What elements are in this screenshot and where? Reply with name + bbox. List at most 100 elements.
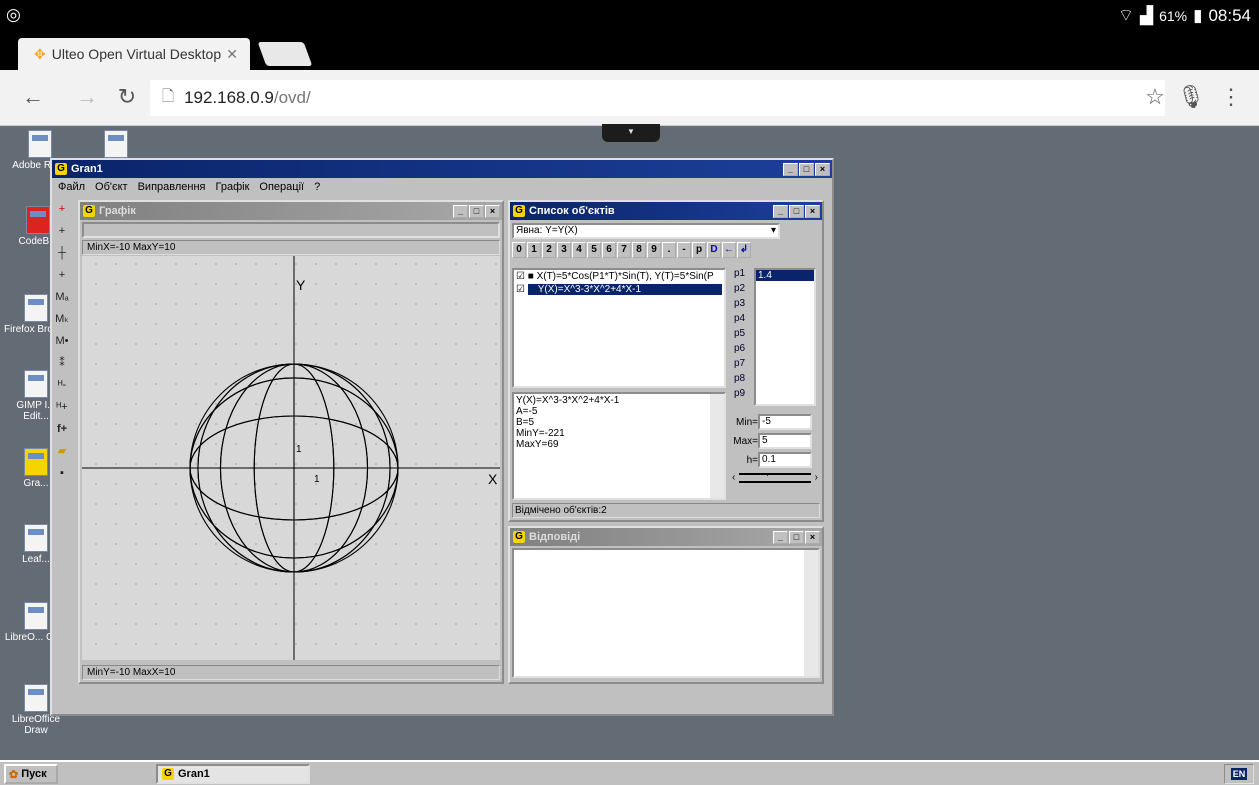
close-button[interactable]: ×	[815, 162, 830, 176]
maximize-button[interactable]: □	[469, 204, 484, 218]
new-tab-button[interactable]	[257, 42, 313, 66]
object-type-select[interactable]: Явна: Y=Y(X) ▾	[512, 223, 780, 239]
param-p2[interactable]: p2	[732, 283, 752, 298]
desktop-icon-2[interactable]	[84, 130, 148, 160]
graph-input-bar[interactable]	[82, 222, 500, 238]
param-p1-value[interactable]: 1.4	[756, 270, 814, 281]
close-button[interactable]: ×	[805, 204, 820, 218]
list-item[interactable]: ☑ ■ X(T)=5*Cos(P1*T)*Sin(T), Y(T)=5*Sin(…	[514, 270, 724, 283]
key-0[interactable]: 0	[512, 242, 526, 258]
h-minus-icon[interactable]: ᴴ-	[52, 374, 72, 396]
answers-titlebar[interactable]: G Відповіді _ □ ×	[510, 528, 822, 546]
key-7[interactable]: 7	[617, 242, 631, 258]
maximize-button[interactable]: □	[799, 162, 814, 176]
key-3[interactable]: 3	[557, 242, 571, 258]
browser-tab[interactable]: ✥ Ulteo Open Virtual Desktop ✕	[18, 38, 250, 70]
param-p6[interactable]: p6	[732, 343, 752, 358]
key-d[interactable]: D	[707, 242, 721, 258]
shortcut-icon	[104, 130, 128, 158]
key-5[interactable]: 5	[587, 242, 601, 258]
key-8[interactable]: 8	[632, 242, 646, 258]
add-point-icon[interactable]: +	[52, 198, 72, 220]
param-p4[interactable]: p4	[732, 313, 752, 328]
param-p1[interactable]: p1	[732, 268, 752, 283]
info-line: A=-5	[516, 406, 538, 417]
m-point-icon[interactable]: M•	[52, 330, 72, 352]
max-input[interactable]: 5	[758, 433, 812, 449]
menu-graph[interactable]: Графік	[216, 181, 250, 193]
mic-icon[interactable]: 🎙	[1176, 84, 1206, 110]
key-9[interactable]: 9	[647, 242, 661, 258]
taskbar-item-gran1[interactable]: G Gran1	[156, 764, 310, 784]
url-input[interactable]: 🗋 192.168.0.9/ovd/	[150, 80, 1165, 116]
menu-icon[interactable]: ⋮	[1216, 84, 1246, 110]
key-4[interactable]: 4	[572, 242, 586, 258]
key-6[interactable]: 6	[602, 242, 616, 258]
line-icon[interactable]: +	[52, 264, 72, 286]
menu-operations[interactable]: Операції	[259, 181, 304, 193]
maximize-button[interactable]: □	[789, 204, 804, 218]
gran1-titlebar[interactable]: G Gran1 _ □ ×	[52, 160, 832, 178]
param-p5[interactable]: p5	[732, 328, 752, 343]
scale-icon[interactable]: ⁑	[52, 352, 72, 374]
session-pull-tab[interactable]: ▼	[602, 124, 660, 142]
info-line: MinY=-221	[516, 428, 565, 439]
open-folder-icon[interactable]: ▰	[52, 440, 72, 462]
h-input[interactable]: 0.1	[758, 452, 812, 468]
menu-help[interactable]: ?	[314, 181, 320, 193]
key-minus[interactable]: -	[677, 242, 691, 258]
param-p8[interactable]: p8	[732, 373, 752, 388]
list-item[interactable]: ☑ Y(X)=X^3-3*X^2+4*X-1	[514, 283, 724, 296]
param-p3[interactable]: p3	[732, 298, 752, 313]
add-function-icon[interactable]: f+	[52, 418, 72, 440]
mk-icon[interactable]: Mₖ	[52, 308, 72, 330]
param-p7[interactable]: p7	[732, 358, 752, 373]
start-icon: ✿	[9, 768, 19, 781]
slider-thumb[interactable]: ⌐	[766, 469, 772, 480]
minimize-button[interactable]: _	[773, 204, 788, 218]
start-button[interactable]: ✿ Пуск	[4, 764, 58, 784]
menu-object[interactable]: Об'єкт	[95, 181, 128, 193]
close-button[interactable]: ×	[485, 204, 500, 218]
back-icon[interactable]: ←	[18, 84, 48, 110]
h-plus-icon[interactable]: ᴴ+	[52, 396, 72, 418]
graph-titlebar[interactable]: G Графік _ □ ×	[80, 202, 502, 220]
minimize-button[interactable]: _	[783, 162, 798, 176]
segment-icon[interactable]: ┼	[52, 242, 72, 264]
close-button[interactable]: ×	[805, 530, 820, 544]
param-p9[interactable]: p9	[732, 388, 752, 403]
info-line: Y(X)=X^3-3*X^2+4*X-1	[516, 395, 620, 406]
key-2[interactable]: 2	[542, 242, 556, 258]
taskbar-item-label: Gran1	[178, 768, 210, 780]
key-1[interactable]: 1	[527, 242, 541, 258]
objects-titlebar[interactable]: G Список об'єктів _ □ ×	[510, 202, 822, 220]
forward-icon[interactable]: →	[72, 84, 102, 110]
language-indicator[interactable]: EN	[1230, 768, 1248, 780]
maximize-button[interactable]: □	[789, 530, 804, 544]
reload-icon[interactable]: ↻	[112, 84, 142, 110]
key-enter[interactable]: ↲	[737, 242, 751, 258]
save-icon[interactable]: ▪	[52, 462, 72, 484]
slider-left-icon[interactable]: ‹	[732, 472, 735, 483]
checkbox-icon[interactable]: ☑	[516, 271, 525, 282]
answers-content[interactable]	[512, 548, 820, 678]
star-icon[interactable]: ☆	[1140, 84, 1170, 110]
minimize-button[interactable]: _	[453, 204, 468, 218]
minimize-button[interactable]: _	[773, 530, 788, 544]
menu-file[interactable]: Файл	[58, 181, 85, 193]
ma-icon[interactable]: Mₐ	[52, 286, 72, 308]
min-input[interactable]: -5	[758, 414, 812, 430]
menu-edit[interactable]: Виправлення	[138, 181, 206, 193]
key-dot[interactable]: .	[662, 242, 676, 258]
key-p[interactable]: p	[692, 242, 706, 258]
cross-icon[interactable]: +	[52, 220, 72, 242]
key-backspace[interactable]: ←	[722, 242, 736, 258]
checkbox-icon[interactable]: ☑	[516, 284, 525, 295]
slider-right-icon[interactable]: ›	[815, 472, 818, 483]
param-slider[interactable]: ‹ ⌐ ›	[732, 469, 818, 484]
answers-scrollbar[interactable]	[804, 550, 818, 676]
info-scrollbar[interactable]	[710, 394, 724, 498]
graph-canvas[interactable]: Y X 1 1	[82, 256, 500, 660]
close-tab-icon[interactable]: ✕	[226, 46, 238, 63]
system-tray: EN	[1224, 764, 1254, 784]
